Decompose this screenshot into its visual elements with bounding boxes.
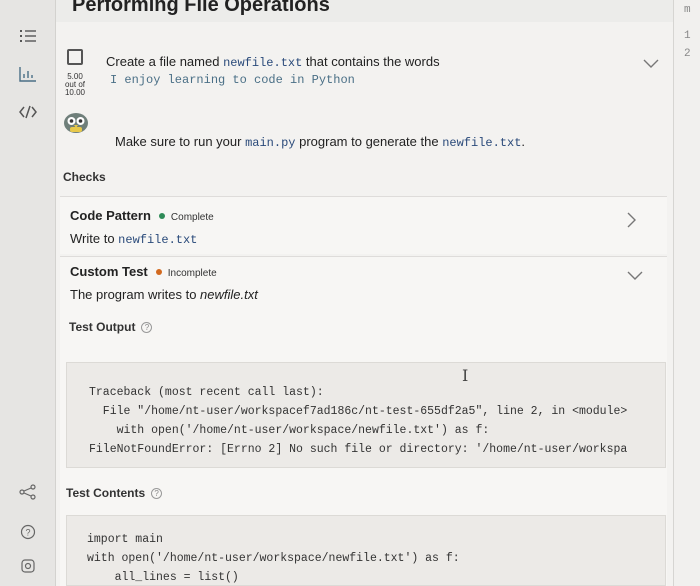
page-title: Performing File Operations — [72, 0, 330, 16]
task-line-3-prefix: Make sure to run your — [115, 134, 246, 149]
task-filename-code: newfile.txt — [223, 56, 303, 70]
svg-text:?: ? — [25, 528, 30, 538]
check-title-code-pattern: Code Pattern Complete — [70, 208, 214, 223]
test-contents-heading: Test Contents? — [66, 486, 163, 500]
owl-icon — [63, 112, 89, 134]
check-title-custom-test: Custom Test Incomplete — [70, 264, 217, 279]
help-icon[interactable]: ? — [151, 488, 163, 500]
check-desc-text: The program writes to — [70, 287, 201, 302]
newfile-code: newfile.txt — [442, 136, 522, 150]
task-checkbox[interactable] — [67, 49, 83, 65]
list-icon[interactable] — [18, 28, 38, 48]
left-rail: ? — [0, 0, 56, 586]
chevron-down-icon[interactable] — [627, 268, 643, 284]
test-output-box: Traceback (most recent call last): File … — [66, 362, 666, 468]
chevron-down-icon[interactable] — [643, 56, 659, 72]
check-name: Custom Test — [70, 264, 148, 279]
status-dot-incomplete — [155, 269, 162, 276]
code-icon[interactable] — [18, 104, 38, 124]
test-output-heading: Test Output? — [69, 320, 153, 334]
test-output-label: Test Output — [69, 320, 136, 334]
test-contents-box: import main with open('/home/nt-user/wor… — [66, 515, 666, 586]
check-desc-code-pattern: Write to newfile.txt — [70, 231, 197, 247]
status-badge: Incomplete — [167, 268, 217, 279]
task-line-1: Create a file named newfile.txt that con… — [106, 54, 440, 70]
settings-icon[interactable] — [18, 558, 38, 578]
score-total: 10.00 — [64, 88, 86, 97]
task-line-3-suffix: . — [521, 134, 526, 149]
task-line-3-mid: program to generate the — [295, 134, 443, 149]
gutter-top-char: m — [684, 4, 691, 16]
check-name: Code Pattern — [70, 208, 151, 223]
check-desc-prefix: Write to — [70, 231, 119, 246]
line-number-1: 1 — [684, 30, 691, 42]
main-py-code: main.py — [245, 136, 296, 150]
check-desc-italic: newfile.txt — [200, 287, 258, 302]
task-line-1-prefix: Create a file named — [106, 54, 224, 69]
help-icon[interactable]: ? — [141, 322, 153, 334]
text-cursor-icon: I — [462, 366, 469, 385]
check-desc-custom-test: The program writes to newfile.txt — [70, 287, 258, 302]
chart-icon[interactable] — [18, 66, 38, 86]
status-badge: Complete — [170, 212, 214, 223]
task-line-2: I enjoy learning to code in Python — [110, 73, 355, 87]
help-icon[interactable]: ? — [18, 524, 38, 544]
task-line-3: Make sure to run your main.py program to… — [115, 134, 525, 150]
share-icon[interactable] — [18, 484, 38, 504]
test-contents-text: import main with open('/home/nt-user/wor… — [87, 533, 460, 584]
line-number-2: 2 — [684, 48, 691, 60]
score-badge: 5.00 out of 10.00 — [62, 73, 88, 97]
test-contents-label: Test Contents — [66, 486, 146, 500]
test-output-text: Traceback (most recent call last): File … — [89, 386, 628, 456]
status-dot-complete — [158, 213, 165, 220]
checks-heading: Checks — [63, 170, 106, 184]
chevron-right-icon[interactable] — [627, 212, 637, 231]
check-desc-code: newfile.txt — [118, 233, 198, 247]
task-line-1-suffix: that contains the words — [302, 54, 440, 69]
editor-gutter: m 1 2 — [673, 0, 700, 586]
